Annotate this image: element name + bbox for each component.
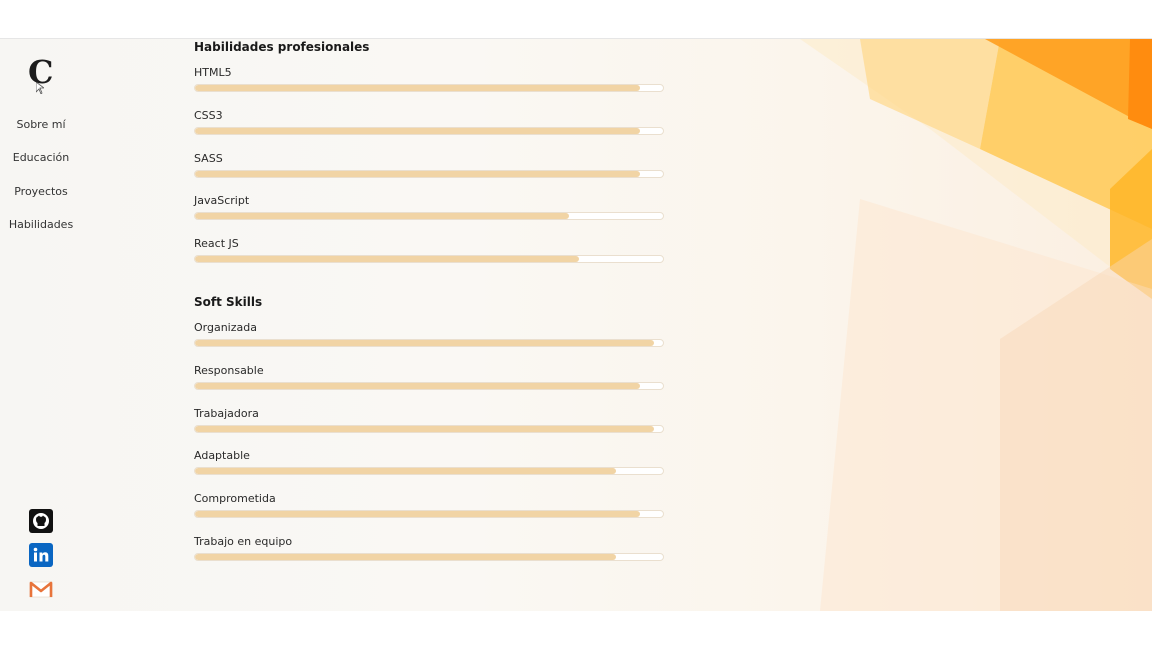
skill-progress-bar: [194, 126, 664, 135]
skill-progress-bar: [194, 212, 664, 221]
skill-progress-bar: [194, 255, 664, 264]
skill-label: SASS: [194, 151, 223, 165]
github-icon[interactable]: [29, 509, 53, 533]
soft-skills-title: Soft Skills: [194, 295, 263, 309]
skill-progress-bar: [194, 467, 664, 476]
skill-row: Responsable: [194, 364, 664, 404]
skill-label: CSS3: [194, 108, 223, 122]
skill-progress-fill: [195, 85, 640, 91]
skill-label: Comprometida: [194, 492, 276, 506]
skill-row: Comprometida: [194, 492, 664, 532]
skill-progress-fill: [195, 256, 579, 263]
skill-row: CSS3: [194, 109, 664, 149]
skill-label: Adaptable: [194, 449, 250, 463]
skill-label: Trabajo en equipo: [194, 535, 293, 548]
skill-row: Trabajadora: [194, 407, 664, 447]
skill-label: React JS: [194, 237, 239, 251]
skill-label: HTML5: [194, 66, 232, 79]
skill-label: Organizada: [194, 321, 257, 334]
linkedin-icon[interactable]: [29, 543, 53, 567]
skill-progress-fill: [195, 468, 617, 475]
nav-educacion[interactable]: Educación: [0, 151, 82, 164]
skill-row: React JS: [194, 237, 664, 277]
skill-progress-bar: [194, 424, 664, 433]
skill-progress-bar: [194, 381, 664, 390]
nav-habilidades[interactable]: Habilidades: [0, 218, 82, 231]
skill-label: Responsable: [194, 363, 264, 377]
skill-progress-fill: [195, 213, 570, 220]
skill-row: HTML5: [194, 66, 664, 106]
skill-label: JavaScript: [194, 194, 250, 208]
professional-skills-title: Habilidades profesionales: [194, 40, 370, 54]
browser-bottom-bar: [0, 611, 1152, 648]
skill-progress-fill: [195, 554, 617, 560]
skill-row: Adaptable: [194, 449, 664, 489]
skill-progress-bar: [194, 84, 664, 92]
sidebar: C Sobre mí Educación Proyectos Habilidad…: [0, 39, 82, 611]
skill-progress-fill: [195, 511, 640, 518]
skill-row: Organizada: [194, 321, 664, 361]
page-stage: C Sobre mí Educación Proyectos Habilidad…: [0, 39, 1152, 611]
skill-progress-fill: [195, 340, 654, 346]
skill-progress-bar: [194, 169, 664, 178]
skill-progress-fill: [195, 127, 640, 134]
skill-progress-fill: [195, 425, 654, 432]
skill-progress-bar: [194, 339, 664, 347]
nav-proyectos[interactable]: Proyectos: [0, 185, 82, 198]
nav-sobre-mi[interactable]: Sobre mí: [0, 118, 82, 131]
skill-progress-bar: [194, 510, 664, 519]
skill-row: Trabajo en equipo: [194, 535, 664, 575]
skill-label: Trabajadora: [194, 406, 259, 420]
browser-top-bar: [0, 0, 1152, 39]
gmail-icon[interactable]: [29, 577, 53, 601]
skill-row: JavaScript: [194, 194, 664, 234]
skill-progress-fill: [195, 170, 640, 177]
skill-progress-fill: [195, 382, 640, 389]
skill-progress-bar: [194, 553, 664, 561]
skill-row: SASS: [194, 152, 664, 192]
mouse-cursor-icon: [36, 82, 44, 94]
